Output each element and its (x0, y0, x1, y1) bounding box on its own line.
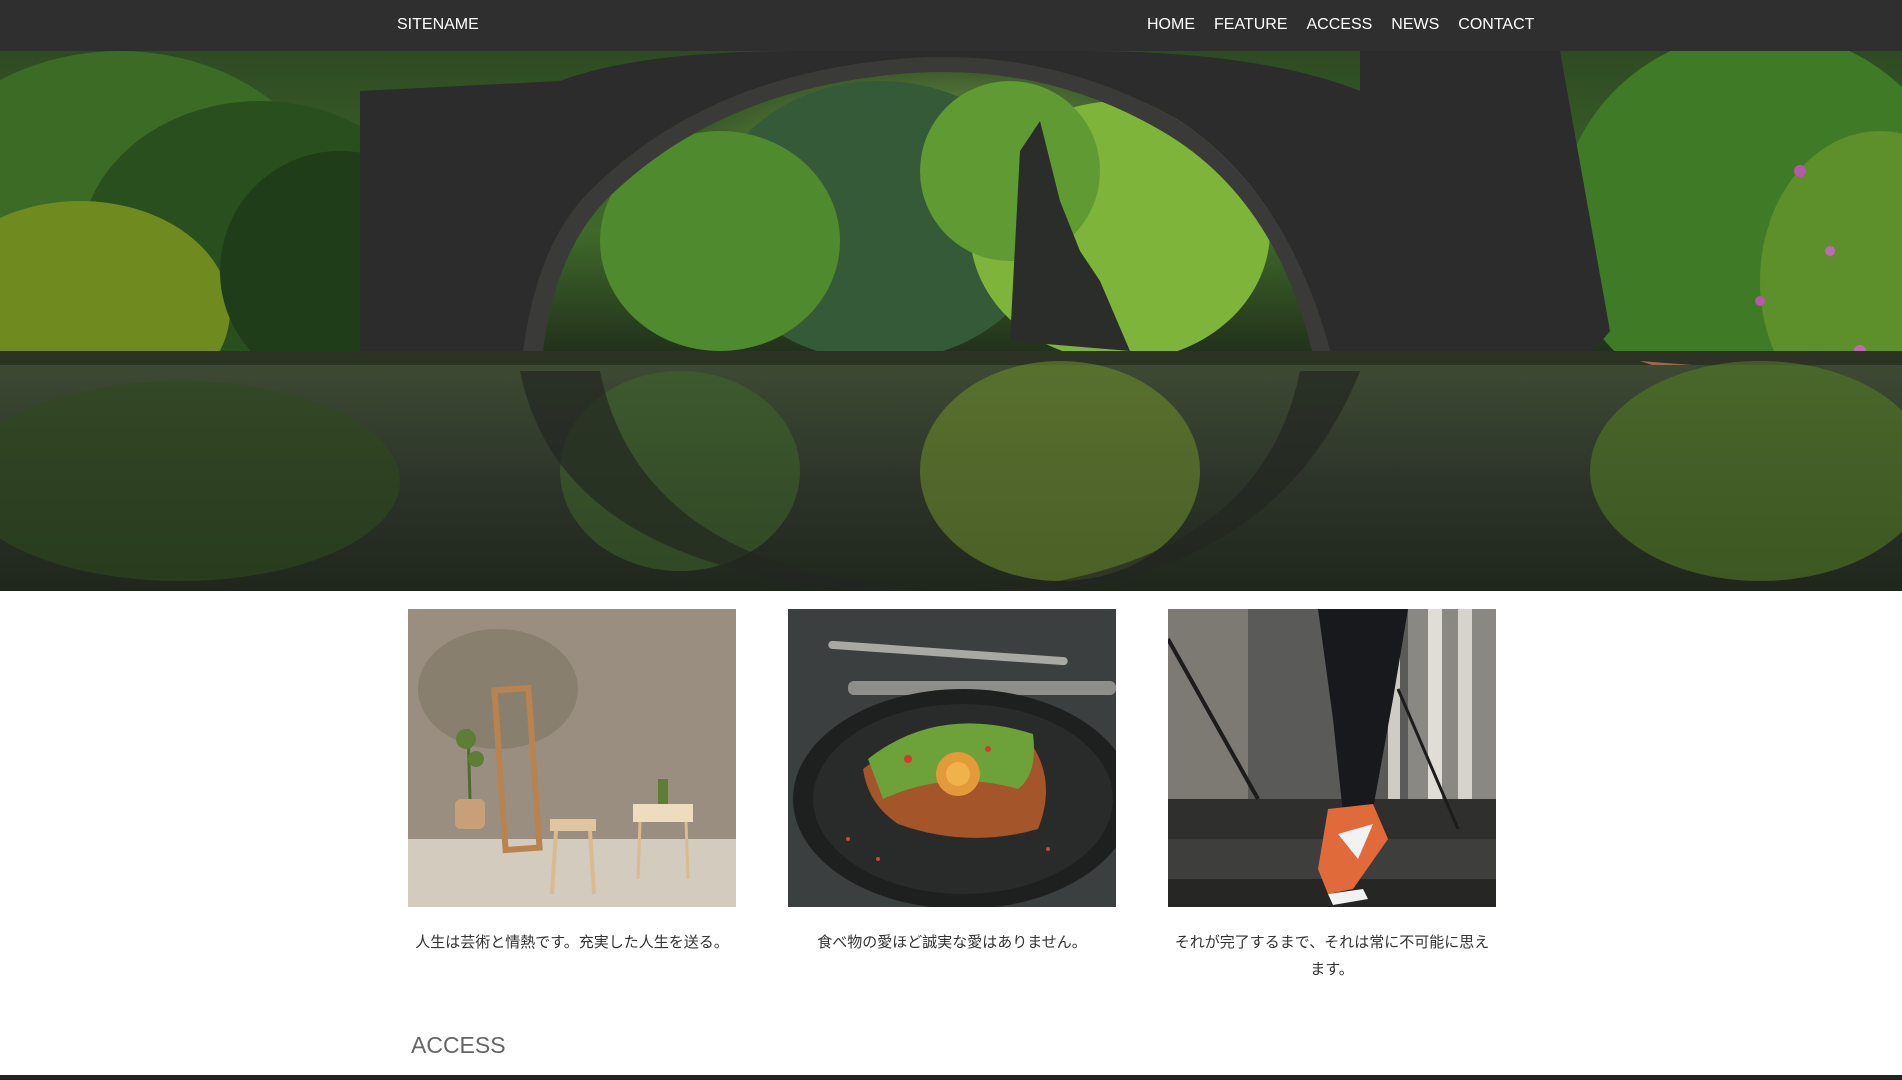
site-logo-link[interactable]: SITENAME (397, 16, 479, 34)
feature-caption-1: 人生は芸術と情熱です。充実した人生を送る。 (415, 933, 729, 951)
feature-caption-2: 食べ物の愛ほど誠実な愛はありません。 (817, 933, 1087, 951)
section-divider (0, 1075, 1902, 1080)
site-header: SITENAME HOME FEATURE ACCESS NEWS CONTAC… (0, 0, 1902, 51)
feature-image-interior (408, 609, 736, 907)
feature-image-food (788, 609, 1116, 907)
feature-image-sneakers (1168, 609, 1496, 907)
nav-item-feature: FEATURE (1214, 16, 1287, 34)
nav-item-access: ACCESS (1306, 16, 1372, 34)
access-section-title: ACCESS (411, 1032, 506, 1058)
nav-item-contact: CONTACT (1458, 16, 1534, 34)
nav-link-feature[interactable]: FEATURE (1214, 16, 1287, 33)
hero-image (0, 51, 1902, 591)
nav-link-news[interactable]: NEWS (1391, 16, 1439, 33)
nav-link-home[interactable]: HOME (1147, 16, 1195, 33)
main-nav: HOME FEATURE ACCESS NEWS CONTACT (1147, 16, 1534, 34)
nav-link-contact[interactable]: CONTACT (1458, 16, 1534, 33)
nav-link-access[interactable]: ACCESS (1306, 16, 1372, 33)
feature-caption-3: それが完了するまで、それは常に不可能に思えます。 (1174, 933, 1490, 978)
nav-item-home: HOME (1147, 16, 1195, 34)
nav-item-news: NEWS (1391, 16, 1439, 34)
